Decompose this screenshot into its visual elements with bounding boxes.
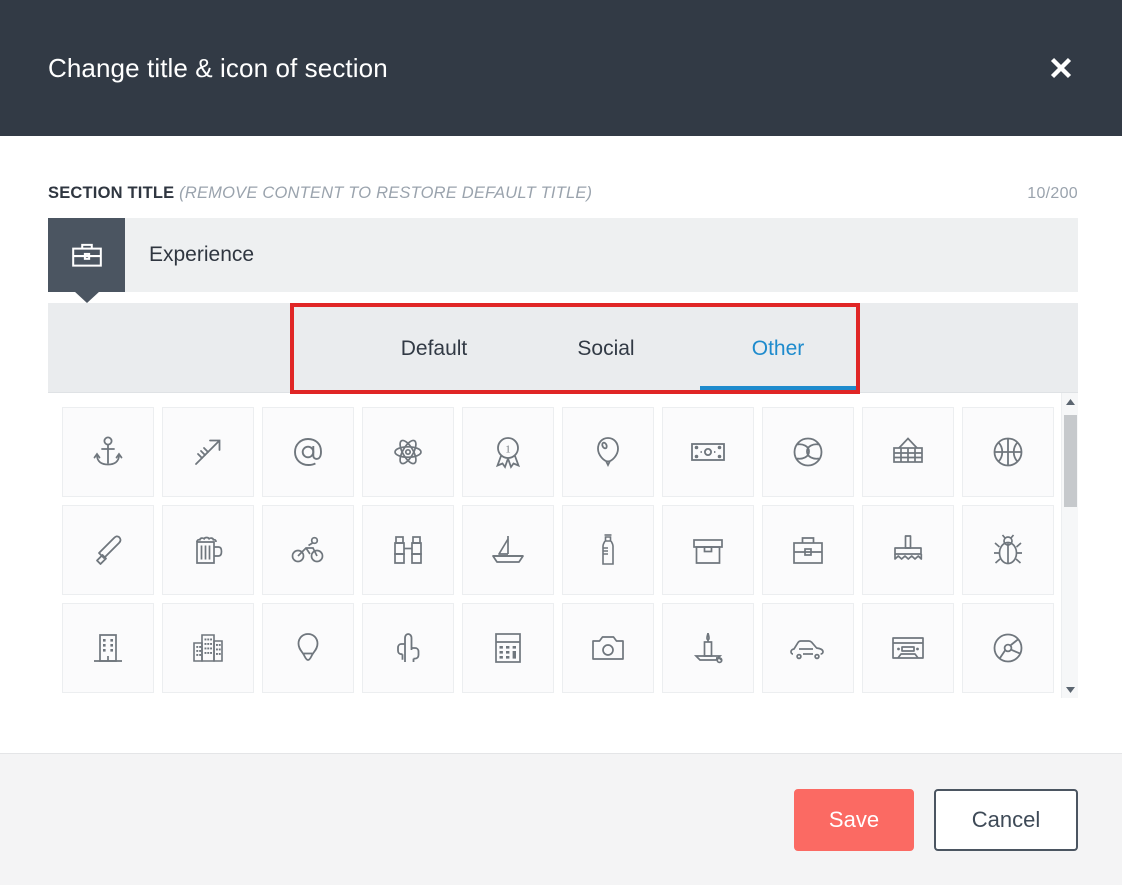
tab-social[interactable]: Social — [520, 306, 692, 392]
close-button[interactable] — [1040, 47, 1082, 89]
banknote-icon — [686, 430, 730, 474]
icon-grid: 1 — [58, 403, 1078, 697]
award-icon: 1 — [486, 430, 530, 474]
icon-tile-camera[interactable] — [562, 603, 654, 693]
section-title-input[interactable] — [125, 218, 1078, 292]
change-section-dialog: Change title & icon of section SECTION T… — [0, 0, 1122, 885]
icon-tile-arrow[interactable] — [162, 407, 254, 497]
icon-tile-anchor[interactable] — [62, 407, 154, 497]
anchor-icon — [86, 430, 130, 474]
icon-tile-cassette[interactable] — [862, 603, 954, 693]
candle-icon — [686, 626, 730, 670]
icon-tile-binoculars[interactable] — [362, 505, 454, 595]
icon-grid-wrapper: 1 — [48, 393, 1078, 698]
svg-text:1: 1 — [505, 444, 511, 456]
tab-default[interactable]: Default — [348, 306, 520, 392]
baseball-bat-icon — [86, 528, 130, 572]
briefcase-icon — [786, 528, 830, 572]
icon-tile-beer-mug[interactable] — [162, 505, 254, 595]
icon-tile-briefcase[interactable] — [762, 505, 854, 595]
icon-tile-bottle[interactable] — [562, 505, 654, 595]
icon-tile-candle[interactable] — [662, 603, 754, 693]
character-counter: 10/200 — [1027, 185, 1078, 203]
baseball-icon — [786, 430, 830, 474]
section-title-label-row: SECTION TITLE (REMOVE CONTENT TO RESTORE… — [48, 184, 1078, 203]
icon-tile-atom[interactable] — [362, 407, 454, 497]
buildings-icon — [186, 626, 230, 670]
box-icon — [686, 528, 730, 572]
scrollbar-thumb[interactable] — [1064, 415, 1077, 507]
chevron-up-icon — [1065, 393, 1076, 411]
camera-icon — [586, 626, 630, 670]
cancel-button[interactable]: Cancel — [934, 789, 1078, 851]
bottle-icon — [586, 528, 630, 572]
save-button[interactable]: Save — [794, 789, 914, 851]
icon-category-tabs: Default Social Other — [48, 303, 1078, 393]
icon-tile-at-sign[interactable] — [262, 407, 354, 497]
scroll-up-button[interactable] — [1062, 393, 1078, 410]
section-title-hint: (REMOVE CONTENT TO RESTORE DEFAULT TITLE… — [179, 184, 592, 202]
chevron-down-icon — [1065, 681, 1076, 699]
basket-icon — [886, 430, 930, 474]
atom-icon — [386, 430, 430, 474]
arrow-icon — [186, 430, 230, 474]
icon-tile-basket[interactable] — [862, 407, 954, 497]
icon-tile-building[interactable] — [62, 603, 154, 693]
icon-tile-cd[interactable] — [962, 603, 1054, 693]
dialog-footer: Save Cancel — [0, 753, 1122, 885]
icon-picker-panel: Default Social Other — [48, 303, 1078, 698]
briefcase-icon — [70, 238, 104, 272]
cd-icon — [986, 626, 1030, 670]
icon-tile-sailboat[interactable] — [462, 505, 554, 595]
balloon-icon — [586, 430, 630, 474]
icon-tile-bug[interactable] — [962, 505, 1054, 595]
building-icon — [86, 626, 130, 670]
car-icon — [786, 626, 830, 670]
brush-icon — [886, 528, 930, 572]
icon-tile-award[interactable]: 1 — [462, 407, 554, 497]
icon-picker-toggle[interactable] — [48, 218, 125, 292]
close-icon — [1046, 53, 1076, 83]
at-sign-icon — [286, 430, 330, 474]
scroll-down-button[interactable] — [1062, 681, 1078, 698]
icon-tile-calculator[interactable] — [462, 603, 554, 693]
sailboat-icon — [486, 528, 530, 572]
icon-tile-bicycle[interactable] — [262, 505, 354, 595]
section-title-label: SECTION TITLE (REMOVE CONTENT TO RESTORE… — [48, 184, 592, 203]
icon-tile-car[interactable] — [762, 603, 854, 693]
beer-mug-icon — [186, 528, 230, 572]
icon-grid-scrollbar[interactable] — [1061, 393, 1078, 698]
icon-tile-balloon[interactable] — [562, 407, 654, 497]
tab-other[interactable]: Other — [692, 306, 864, 392]
icon-tile-baseball-bat[interactable] — [62, 505, 154, 595]
bicycle-icon — [286, 528, 330, 572]
section-title-input-row — [48, 218, 1078, 292]
binoculars-icon — [386, 528, 430, 572]
icon-tile-box[interactable] — [662, 505, 754, 595]
basketball-icon — [986, 430, 1030, 474]
icon-tile-bulb[interactable] — [262, 603, 354, 693]
bug-icon — [986, 528, 1030, 572]
icon-tile-basketball[interactable] — [962, 407, 1054, 497]
dialog-title: Change title & icon of section — [48, 53, 388, 84]
dialog-header: Change title & icon of section — [0, 0, 1122, 136]
section-title-label-text: SECTION TITLE — [48, 184, 174, 202]
cactus-icon — [386, 626, 430, 670]
icon-tile-buildings[interactable] — [162, 603, 254, 693]
icon-tile-cactus[interactable] — [362, 603, 454, 693]
icon-tile-banknote[interactable] — [662, 407, 754, 497]
dialog-body: SECTION TITLE (REMOVE CONTENT TO RESTORE… — [0, 136, 1122, 753]
icon-tile-baseball[interactable] — [762, 407, 854, 497]
icon-tile-brush[interactable] — [862, 505, 954, 595]
calculator-icon — [486, 626, 530, 670]
bulb-icon — [286, 626, 330, 670]
cassette-icon — [886, 626, 930, 670]
